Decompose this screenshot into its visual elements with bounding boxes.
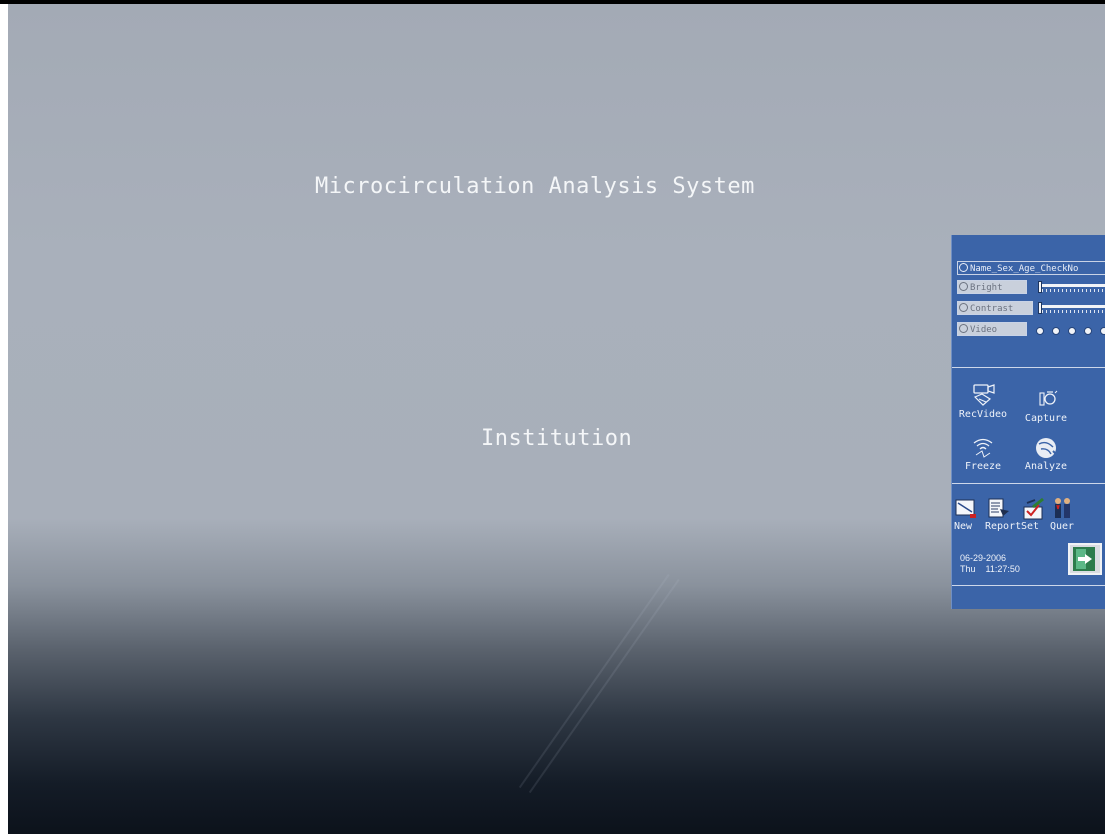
report-icon	[988, 498, 1009, 518]
analyze-button[interactable]: Analyze	[1016, 435, 1076, 472]
panel-divider	[952, 367, 1105, 368]
video-channel-1[interactable]	[1036, 327, 1044, 335]
settings-icon	[1023, 497, 1044, 520]
contrast-label: Contrast	[970, 304, 1014, 314]
recvideo-label: RecVideo	[958, 409, 1008, 420]
video-camera-icon	[973, 384, 995, 406]
slider-track	[1038, 284, 1105, 287]
slider-ticks	[1038, 310, 1105, 313]
analyze-label: Analyze	[1024, 461, 1068, 472]
radio-icon	[959, 263, 968, 272]
recvideo-button[interactable]: RecVideo	[953, 383, 1013, 420]
patient-info-field[interactable]: Name_Sex_Age_CheckNo	[957, 261, 1105, 275]
report-label: Report	[985, 521, 1022, 532]
freeze-icon	[973, 438, 993, 458]
contrast-slider[interactable]	[1038, 302, 1105, 314]
bright-slider[interactable]	[1038, 281, 1105, 293]
background-streak	[528, 579, 680, 794]
contrast-option[interactable]: Contrast	[957, 301, 1033, 315]
video-channel-3[interactable]	[1068, 327, 1076, 335]
slider-thumb[interactable]	[1038, 302, 1042, 314]
analyze-icon	[1036, 438, 1059, 458]
new-label: New	[954, 521, 973, 532]
report-button[interactable]: Report	[985, 497, 1021, 532]
set-label: Set	[1021, 521, 1040, 532]
exit-door-icon	[1073, 547, 1095, 571]
background-image	[8, 4, 1105, 834]
radio-icon	[959, 324, 968, 333]
exit-button[interactable]	[1068, 543, 1102, 575]
freeze-label: Freeze	[964, 461, 1002, 472]
new-button[interactable]: New	[954, 497, 980, 532]
institution-label: Institution	[481, 426, 633, 451]
bright-option[interactable]: Bright	[957, 280, 1027, 294]
desktop-screen: Microcirculation Analysis System Institu…	[0, 0, 1105, 834]
day-text: Thu	[960, 564, 976, 574]
left-margin	[0, 4, 8, 834]
app-title: Microcirculation Analysis System	[315, 174, 755, 199]
capture-button[interactable]: Capture	[1016, 387, 1076, 424]
slider-track	[1038, 305, 1105, 308]
capture-label: Capture	[1024, 413, 1068, 424]
video-channel-4[interactable]	[1084, 327, 1092, 335]
query-button[interactable]: Quer	[1050, 497, 1076, 532]
camera-icon	[1039, 390, 1058, 406]
bright-label: Bright	[970, 283, 1003, 293]
time-text: 11:27:50	[985, 564, 1020, 574]
radio-icon	[959, 282, 968, 291]
new-document-icon	[955, 499, 976, 518]
query-label: Quer	[1050, 521, 1075, 532]
slider-thumb[interactable]	[1038, 281, 1042, 293]
set-button[interactable]: Set	[1021, 497, 1047, 532]
query-people-icon	[1055, 498, 1070, 518]
date-text: 06-29-2006	[960, 553, 1007, 563]
video-channel-5[interactable]	[1100, 327, 1105, 335]
background-streak	[518, 574, 670, 789]
datetime-display: 06-29-2006 Thu 11:27:50	[960, 553, 1020, 575]
patient-info-label: Name_Sex_Age_CheckNo	[970, 264, 1079, 274]
video-channel-2[interactable]	[1052, 327, 1060, 335]
panel-divider	[952, 483, 1105, 484]
freeze-button[interactable]: Freeze	[953, 435, 1013, 472]
video-option[interactable]: Video	[957, 322, 1027, 336]
video-label: Video	[970, 325, 998, 335]
radio-icon	[959, 303, 968, 312]
day-time-row: Thu 11:27:50	[960, 564, 1020, 575]
control-panel: Name_Sex_Age_CheckNo Bright Contrast Vid…	[951, 235, 1105, 609]
panel-divider	[952, 585, 1105, 586]
slider-ticks	[1038, 289, 1105, 292]
